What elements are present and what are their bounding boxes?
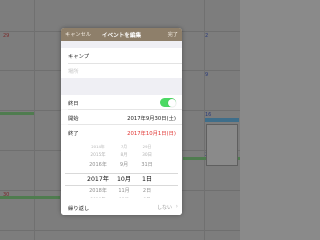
- end-date-value[interactable]: 2017年10月1日(日): [127, 129, 176, 137]
- chevron-right-icon: ›: [175, 203, 178, 210]
- dialog-title-bar: キャンセル イベントを編集 完了: [61, 28, 182, 41]
- all-day-toggle[interactable]: [160, 98, 176, 107]
- month-option[interactable]: 11月: [113, 187, 135, 197]
- calendar-day-number: 2: [205, 33, 209, 39]
- calendar-day-number: 29: [3, 33, 10, 39]
- repeat-value[interactable]: しない: [157, 204, 172, 211]
- dialog-title: イベントを編集: [101, 33, 142, 39]
- year-option[interactable]: 2018年: [83, 187, 113, 197]
- calendar-day-number: 9: [205, 72, 209, 78]
- start-date-value[interactable]: 2017年9月30日(土): [127, 114, 176, 122]
- edit-event-dialog: キャンセル イベントを編集 完了 キャンプ 場所 終日 開始 2017年9月30…: [61, 28, 182, 215]
- month-option[interactable]: 8月: [113, 152, 135, 160]
- year-option[interactable]: 2014年: [83, 143, 113, 150]
- all-day-label: 終日: [68, 101, 79, 107]
- calendar-event-bar[interactable]: [0, 196, 60, 199]
- day-option[interactable]: 29日: [135, 143, 159, 150]
- title-location-group: キャンプ 場所: [61, 48, 182, 78]
- repeat-label: 繰り返し: [68, 206, 90, 212]
- year-option[interactable]: 2016年: [83, 161, 113, 171]
- calendar-col-line: [34, 0, 35, 240]
- year-option[interactable]: 2015年: [83, 152, 113, 160]
- start-row[interactable]: 開始 2017年9月30日(土): [61, 110, 182, 124]
- year-option[interactable]: 2017年: [83, 174, 113, 185]
- start-label: 開始: [68, 116, 79, 122]
- event-title-field[interactable]: キャンプ: [68, 52, 89, 60]
- end-row[interactable]: 終了 2017年10月1日(日): [61, 125, 182, 139]
- day-option[interactable]: 2日: [135, 187, 159, 197]
- month-option[interactable]: 7月: [113, 143, 135, 150]
- month-option[interactable]: 10月: [113, 174, 135, 185]
- end-label: 終了: [68, 131, 79, 137]
- calendar-event-bar[interactable]: [0, 112, 34, 115]
- section-spacer: [61, 41, 182, 48]
- all-day-row: 終日: [61, 95, 182, 109]
- day-option[interactable]: 1日: [135, 174, 159, 185]
- divider: [68, 63, 182, 64]
- section-spacer: [61, 78, 182, 95]
- toggle-knob: [167, 98, 176, 107]
- day-option[interactable]: 30日: [135, 152, 159, 160]
- location-field[interactable]: 場所: [68, 67, 79, 75]
- month-option[interactable]: 9月: [113, 161, 135, 171]
- repeat-row[interactable]: 繰り返し しない ›: [61, 198, 182, 215]
- done-button[interactable]: 完了: [168, 31, 178, 38]
- calendar-event-bar[interactable]: [205, 118, 239, 122]
- calendar-event-block[interactable]: [206, 124, 238, 166]
- day-option[interactable]: 31日: [135, 161, 159, 171]
